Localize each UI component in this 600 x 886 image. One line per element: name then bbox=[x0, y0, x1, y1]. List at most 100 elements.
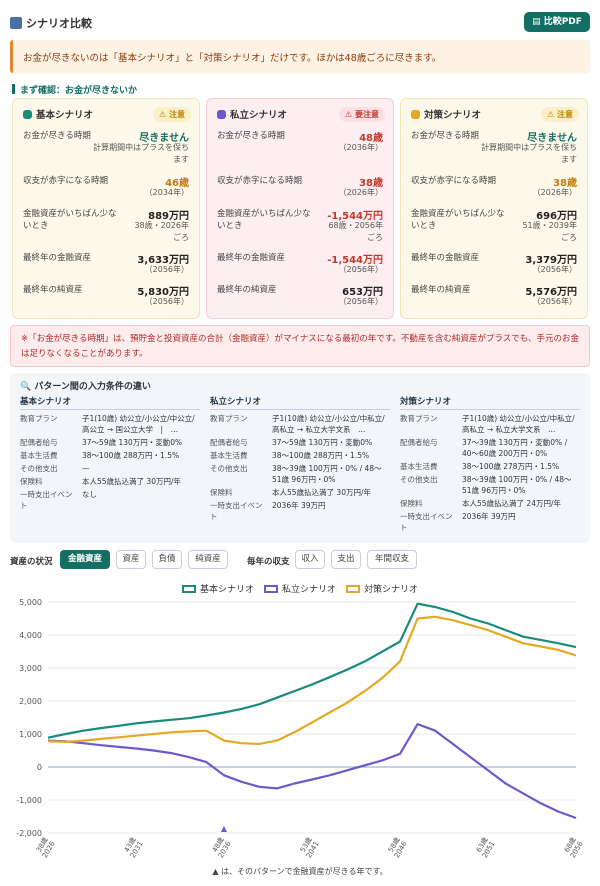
y-tick-label: 1,000 bbox=[19, 730, 42, 739]
conditions-column: 基本シナリオ 教育プラン 子1(10歳) 幼公立/小公立/中公立/高公立 → 国公立… bbox=[20, 395, 200, 510]
section-label: まず確認：お金が尽きないか bbox=[12, 83, 137, 96]
condition-key: その他支出 bbox=[210, 464, 248, 473]
row-label: 金融資産がいちばん少ないとき bbox=[411, 209, 505, 231]
condition-row: 配偶者給与 37〜59歳 130万円・変動0% bbox=[20, 437, 200, 448]
condition-key: 基本生活費 bbox=[400, 462, 438, 471]
condition-row: 保険料 本人55歳払込満了 24万円/年 bbox=[400, 498, 580, 509]
row-sub: （2026年） bbox=[338, 188, 383, 197]
row-label: 最終年の金融資産 bbox=[217, 253, 286, 263]
row-sub: 38歳・2026年ごろ bbox=[134, 221, 189, 242]
condition-key: 保険料 bbox=[20, 477, 43, 486]
tab-flow[interactable]: 収入 bbox=[295, 550, 325, 569]
condition-row: 保険料 本人55歳払込満了 30万円/年 bbox=[210, 487, 390, 498]
condition-value: 子1(10歳) 幼公立/小公立/中私立/高私立 → 私立大学文系 … bbox=[272, 414, 385, 434]
footnote-text: ▲ は、そのパターンで金融資産が尽きる年です。 bbox=[212, 867, 388, 876]
chart-icon bbox=[10, 17, 22, 29]
condition-row: 一時支出イベント なし bbox=[20, 489, 200, 510]
x-tick-label: 38歳2026 bbox=[34, 836, 57, 860]
condition-key: 教育プラン bbox=[210, 414, 248, 423]
condition-key: 基本生活費 bbox=[20, 451, 58, 460]
conditions-column-title: 基本シナリオ bbox=[20, 395, 200, 410]
row-label: 最終年の純資産 bbox=[23, 285, 83, 295]
row-label: 金融資産がいちばん少ないとき bbox=[217, 209, 311, 231]
search-icon: 🔍 bbox=[20, 382, 35, 392]
condition-row: その他支出 38〜39歳 100万円・0% / 48〜51歳 96万円・0% bbox=[210, 463, 390, 485]
color-dot-icon bbox=[411, 110, 420, 119]
row-sub: （2056年） bbox=[532, 265, 577, 274]
note-box: ※「お金が尽きる時期」は、預貯金と投資資産の合計（金融資産）がマイナスになる最初… bbox=[10, 325, 590, 367]
chart-tabs: 資産の状況 金融資産 資産 負債 純資産 毎年の収支 収入 支出 年間収支 bbox=[10, 549, 590, 571]
chart-footnote: ▲ は、そのパターンで金融資産が尽きる年です。 bbox=[0, 866, 600, 877]
card-title-text: 基本シナリオ bbox=[36, 110, 94, 121]
tab-asset[interactable]: 資産 bbox=[116, 550, 146, 569]
condition-row: その他支出 38〜39歳 100万円・0% / 48〜51歳 96万円・0% bbox=[400, 474, 580, 496]
condition-value: 38〜39歳 100万円・0% / 48〜51歳 96万円・0% bbox=[272, 464, 382, 484]
condition-value: 本人55歳払込満了 30万円/年 bbox=[272, 488, 371, 497]
condition-key: 配偶者給与 bbox=[400, 438, 438, 447]
row-label: 収支が赤字になる時期 bbox=[411, 176, 497, 186]
page-title-text: シナリオ比較 bbox=[26, 17, 92, 30]
status-badge: ⚠ 注意 bbox=[541, 107, 579, 122]
legend-label: 私立シナリオ bbox=[281, 585, 336, 595]
tab-asset[interactable]: 純資産 bbox=[188, 550, 228, 569]
legend-item[interactable]: 対策シナリオ bbox=[346, 582, 418, 595]
x-tick-label: 53歳2041 bbox=[298, 836, 321, 860]
row-sub: 計算期間中はプラスを保ちます bbox=[93, 143, 189, 164]
conditions-column: 対策シナリオ 教育プラン 子1(10歳) 幼公立/小公立/中私立/高私立 → 私立大… bbox=[400, 395, 580, 532]
condition-key: 保険料 bbox=[210, 488, 233, 497]
row-sub: （2056年） bbox=[144, 265, 189, 274]
line-chart: -2,000 -1,000 0 1,000 2,000 3,000 4,000 5,000 38… bbox=[16, 598, 585, 860]
scenario-card: 私立シナリオ ⚠ 要注意 お金が尽きる時期 48歳 （2036年） 収支が赤字になる時期 3… bbox=[206, 98, 394, 319]
row-label: 最終年の金融資産 bbox=[411, 253, 480, 263]
note-text: ※「お金が尽きる時期」は、預貯金と投資資産の合計（金融資産）がマイナスになる最初… bbox=[21, 334, 580, 359]
condition-value: 37〜39歳 130万円・変動0% / 40〜60歳 200万円・0% bbox=[462, 438, 568, 458]
x-tick-label: 48歳2036 bbox=[210, 836, 233, 860]
row-sub: 計算期間中はプラスを保ちます bbox=[481, 143, 577, 164]
condition-key: 教育プラン bbox=[400, 414, 438, 423]
condition-row: その他支出 — bbox=[20, 463, 200, 474]
flow-tab-label: 毎年の収支 bbox=[247, 557, 290, 567]
legend-label: 基本シナリオ bbox=[199, 585, 254, 595]
y-tick-label: 5,000 bbox=[19, 598, 42, 607]
y-tick-label: -1,000 bbox=[16, 796, 42, 805]
condition-row: 配偶者給与 37〜39歳 130万円・変動0% / 40〜60歳 200万円・0% bbox=[400, 437, 580, 459]
condition-row: 教育プラン 子1(10歳) 幼公立/小公立/中私立/高私立 → 私立大学文系 … bbox=[210, 413, 390, 435]
color-dot-icon bbox=[217, 110, 226, 119]
condition-value: — bbox=[82, 464, 90, 473]
tab-asset[interactable]: 負債 bbox=[152, 550, 182, 569]
condition-key: 配偶者給与 bbox=[210, 438, 248, 447]
pdf-button[interactable]: ▤ 比較PDF bbox=[524, 12, 590, 32]
legend-swatch-icon bbox=[181, 585, 196, 593]
legend-swatch-icon bbox=[346, 585, 360, 593]
tab-asset[interactable]: 金融資産 bbox=[60, 550, 110, 569]
condition-key: 一時支出イベント bbox=[400, 512, 453, 532]
condition-value: 38〜100歳 288万円・1.5% bbox=[82, 451, 180, 460]
tab-flow[interactable]: 支出 bbox=[331, 550, 361, 569]
row-label: 金融資産がいちばん少ないとき bbox=[23, 209, 117, 231]
condition-key: 保険料 bbox=[400, 499, 423, 508]
tab-flow[interactable]: 年間収支 bbox=[367, 550, 417, 569]
row-label: 収支が赤字になる時期 bbox=[217, 176, 303, 186]
row-sub: （2056年） bbox=[144, 297, 189, 306]
row-sub: （2056年） bbox=[338, 265, 383, 274]
condition-key: 一時支出イベント bbox=[210, 501, 263, 521]
scenario-card: 基本シナリオ ⚠ 注意 お金が尽きる時期 尽きません 計算期間中はプラスを保ちます 収支が… bbox=[12, 98, 200, 319]
conditions-title: 🔍 パターン間の入力条件の違い bbox=[20, 379, 580, 393]
condition-key: 基本生活費 bbox=[210, 451, 248, 460]
condition-key: その他支出 bbox=[20, 464, 58, 473]
condition-value: 2036年 39万円 bbox=[272, 501, 326, 510]
conditions-title-text: パターン間の入力条件の違い bbox=[34, 382, 151, 392]
color-dot-icon bbox=[23, 110, 32, 119]
pdf-button-label: 比較PDF bbox=[543, 17, 582, 27]
condition-row: 一時支出イベント 2036年 39万円 bbox=[210, 500, 390, 521]
legend-item[interactable]: 私立シナリオ bbox=[263, 582, 336, 595]
legend-item[interactable]: 基本シナリオ bbox=[181, 582, 254, 595]
condition-row: 基本生活費 38〜100歳 278万円・1.5% bbox=[400, 461, 580, 472]
y-tick-label: 0 bbox=[37, 763, 42, 772]
condition-row: 配偶者給与 37〜59歳 130万円・変動0% bbox=[210, 437, 390, 448]
y-tick-label: 4,000 bbox=[19, 631, 42, 640]
conditions-column-title: 対策シナリオ bbox=[400, 395, 580, 410]
row-label: お金が尽きる時期 bbox=[23, 131, 91, 141]
row-label: お金が尽きる時期 bbox=[217, 131, 285, 141]
row-label: 収支が赤字になる時期 bbox=[23, 176, 109, 186]
